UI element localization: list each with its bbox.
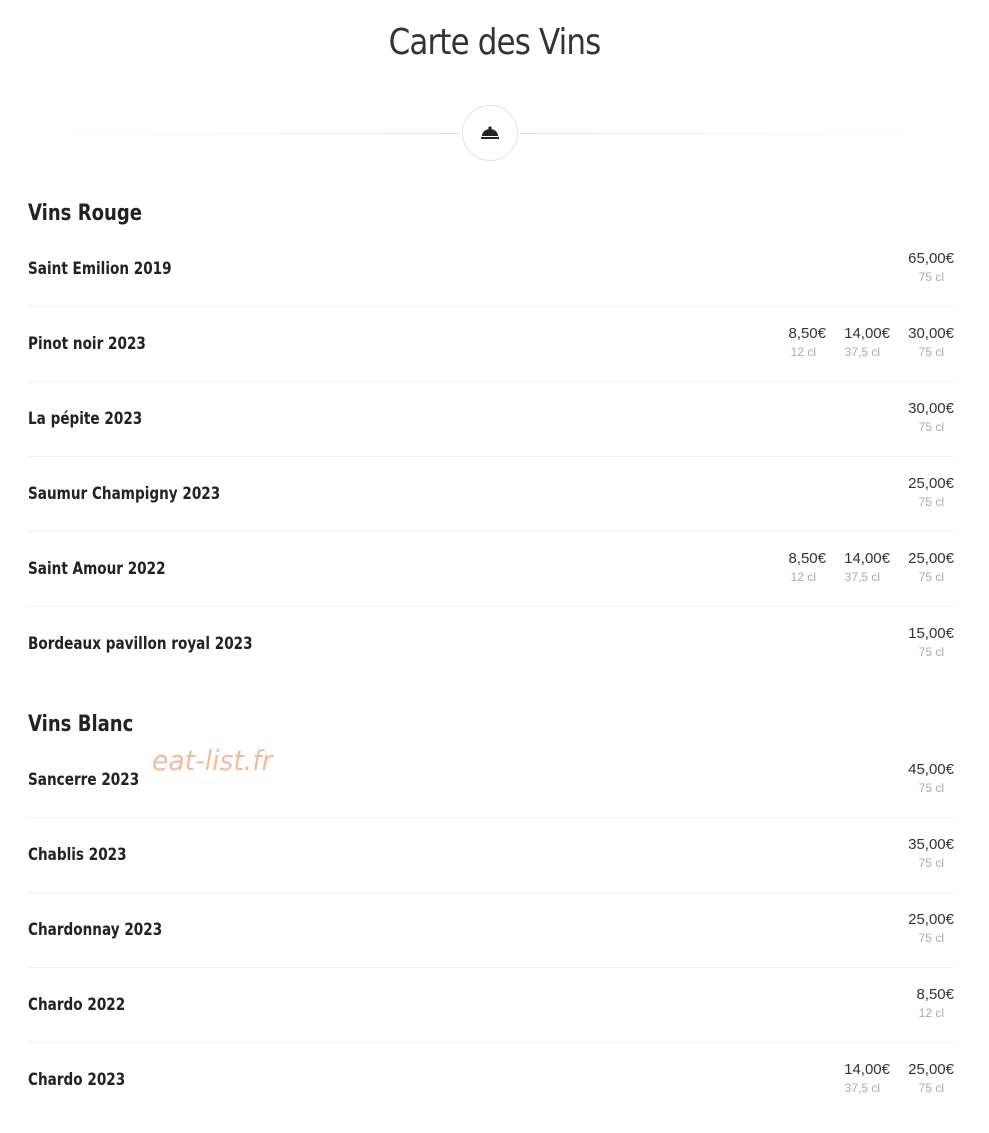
price-value: 8,50€ (788, 550, 826, 567)
wine-name: Sancerre 2023 (28, 770, 140, 790)
section-title: Vins Rouge (28, 201, 142, 226)
section-title: Vins Blanc (28, 712, 134, 737)
page-title: Carte des Vins (388, 22, 602, 63)
wine-name: Pinot noir 2023 (28, 334, 146, 354)
price-value: 8,50€ (788, 325, 826, 342)
price-option: 14,00€ 37,5 cl (836, 324, 890, 360)
price-volume: 12 cl (790, 345, 816, 359)
wine-row: Chardo 2023 14,00€ 37,5 cl 25,00€ 75 cl (28, 1043, 954, 1117)
watermark: eat-list.fr (152, 744, 273, 777)
wine-prices: 35,00€ 75 cl (900, 835, 954, 871)
price-volume: 75 cl (918, 931, 944, 945)
price-value: 30,00€ (908, 400, 954, 417)
cloche-icon (481, 126, 499, 139)
price-value: 15,00€ (908, 625, 954, 642)
price-volume: 37,5 cl (844, 570, 880, 584)
price-volume: 12 cl (790, 570, 816, 584)
price-value: 14,00€ (844, 325, 890, 342)
price-volume: 37,5 cl (844, 345, 880, 359)
price-volume: 75 cl (918, 1081, 944, 1095)
wine-name: Chardonnay 2023 (28, 920, 163, 940)
price-volume: 75 cl (918, 781, 944, 795)
price-value: 30,00€ (908, 325, 954, 342)
price-option: 15,00€ 75 cl (900, 624, 954, 660)
wine-prices: 45,00€ 75 cl (900, 760, 954, 796)
wine-row: Chardonnay 2023 25,00€ 75 cl (28, 893, 954, 968)
wine-prices: 25,00€ 75 cl (900, 910, 954, 946)
price-option: 25,00€ 75 cl (900, 549, 954, 585)
section-vins-rouge: Vins Rouge Saint Emilion 2019 65,00€ 75 cl P… (28, 196, 954, 681)
price-option: 25,00€ 75 cl (900, 474, 954, 510)
wine-prices: 25,00€ 75 cl (900, 474, 954, 510)
price-value: 25,00€ (908, 911, 954, 928)
wine-row: Saint Emilion 2019 65,00€ 75 cl (28, 232, 954, 307)
wine-name: Chablis 2023 (28, 845, 127, 865)
wine-prices: 8,50€ 12 cl 14,00€ 37,5 cl 25,00€ 75 cl (772, 549, 954, 585)
wine-prices: 8,50€ 12 cl (900, 985, 954, 1021)
wine-row: Saint Amour 2022 8,50€ 12 cl 14,00€ 37,5 cl 2… (28, 532, 954, 607)
price-volume: 12 cl (918, 1006, 944, 1020)
wine-prices: 65,00€ 75 cl (900, 249, 954, 285)
price-volume: 75 cl (918, 420, 944, 434)
wine-row: Pinot noir 2023 8,50€ 12 cl 14,00€ 37,5 cl 30… (28, 307, 954, 382)
price-option: 65,00€ 75 cl (900, 249, 954, 285)
price-volume: 37,5 cl (844, 1081, 880, 1095)
wine-name: Chardo 2023 (28, 1070, 126, 1090)
price-option: 30,00€ 75 cl (900, 324, 954, 360)
price-value: 65,00€ (908, 250, 954, 267)
wine-row: La pépite 2023 30,00€ 75 cl (28, 382, 954, 457)
price-option: 14,00€ 37,5 cl (836, 549, 890, 585)
price-volume: 75 cl (918, 570, 944, 584)
price-value: 25,00€ (908, 550, 954, 567)
wine-row: Chablis 2023 35,00€ 75 cl (28, 818, 954, 893)
price-option: 45,00€ 75 cl (900, 760, 954, 796)
wine-name: Saint Emilion 2019 (28, 259, 172, 279)
price-value: 8,50€ (916, 986, 954, 1003)
wine-row: Bordeaux pavillon royal 2023 15,00€ 75 cl (28, 607, 954, 681)
price-option: 30,00€ 75 cl (900, 399, 954, 435)
price-option: 25,00€ 75 cl (900, 1060, 954, 1096)
price-volume: 75 cl (918, 495, 944, 509)
wine-prices: 14,00€ 37,5 cl 25,00€ 75 cl (836, 1060, 954, 1096)
scroll-top-button[interactable] (462, 105, 518, 161)
price-option: 14,00€ 37,5 cl (836, 1060, 890, 1096)
price-volume: 75 cl (918, 856, 944, 870)
price-volume: 75 cl (918, 270, 944, 284)
price-value: 14,00€ (844, 1061, 890, 1078)
price-value: 25,00€ (908, 1061, 954, 1078)
wine-row: Chardo 2022 8,50€ 12 cl (28, 968, 954, 1043)
price-value: 25,00€ (908, 475, 954, 492)
divider-line-right (520, 133, 940, 134)
price-volume: 75 cl (918, 645, 944, 659)
wine-prices: 30,00€ 75 cl (900, 399, 954, 435)
wine-prices: 15,00€ 75 cl (900, 624, 954, 660)
price-option: 35,00€ 75 cl (900, 835, 954, 871)
wine-row: Saumur Champigny 2023 25,00€ 75 cl (28, 457, 954, 532)
wine-name: Bordeaux pavillon royal 2023 (28, 634, 253, 654)
price-value: 45,00€ (908, 761, 954, 778)
price-option: 8,50€ 12 cl (772, 549, 826, 585)
price-volume: 75 cl (918, 345, 944, 359)
wine-name: Chardo 2022 (28, 995, 126, 1015)
price-option: 8,50€ 12 cl (772, 324, 826, 360)
wine-name: Saumur Champigny 2023 (28, 484, 221, 504)
title-divider (0, 105, 989, 161)
price-option: 25,00€ 75 cl (900, 910, 954, 946)
wine-name: Saint Amour 2022 (28, 559, 166, 579)
price-option: 8,50€ 12 cl (900, 985, 954, 1021)
divider-line-left (40, 133, 460, 134)
wine-prices: 8,50€ 12 cl 14,00€ 37,5 cl 30,00€ 75 cl (772, 324, 954, 360)
wine-name: La pépite 2023 (28, 409, 143, 429)
price-value: 35,00€ (908, 836, 954, 853)
price-value: 14,00€ (844, 550, 890, 567)
